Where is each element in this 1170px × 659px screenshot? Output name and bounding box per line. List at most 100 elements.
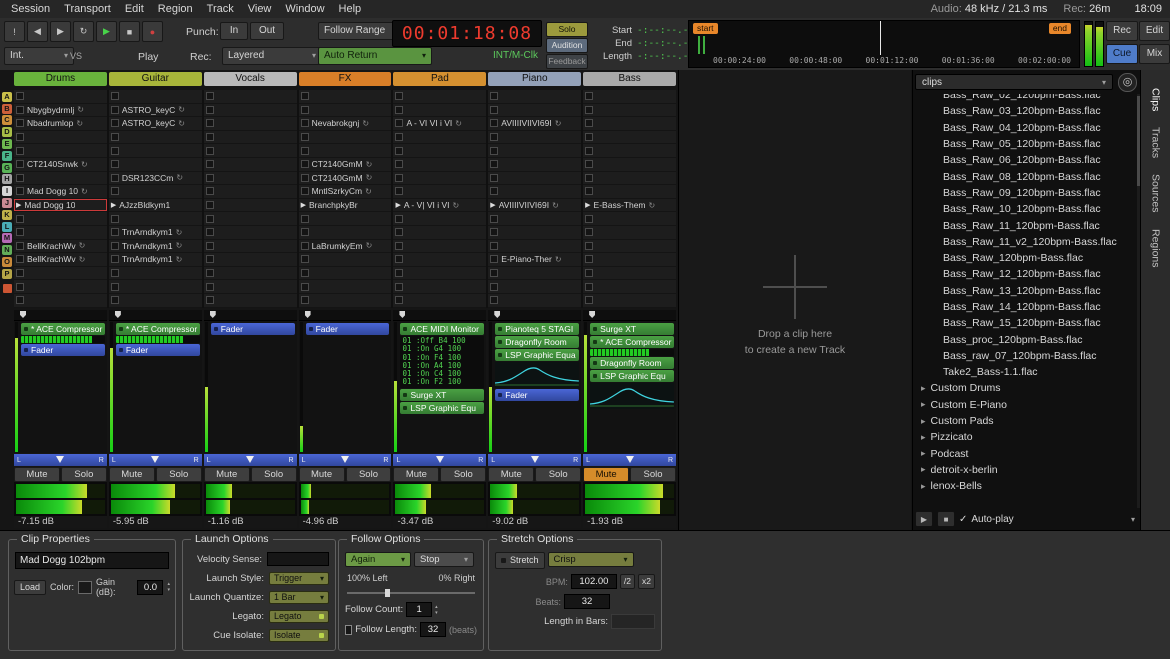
- scene-button-o[interactable]: O: [2, 257, 12, 267]
- plugin-dragonfly-room[interactable]: Dragonfly Room: [495, 336, 579, 348]
- clip-slot[interactable]: [488, 144, 581, 158]
- clip-slot[interactable]: [14, 212, 107, 226]
- punch-out-button[interactable]: Out: [250, 22, 284, 40]
- scene-button-j[interactable]: J: [2, 198, 12, 208]
- clip-slot[interactable]: [14, 294, 107, 308]
- new-track-drop-zone[interactable]: Drop a clip here to create a new Track: [678, 70, 911, 530]
- follow-balance-slider[interactable]: [347, 589, 475, 597]
- follow-count-spinner[interactable]: 1: [406, 602, 432, 617]
- folder-item[interactable]: ▸Custom Drums: [913, 380, 1135, 396]
- clip-slot[interactable]: [299, 104, 392, 118]
- clip-slot[interactable]: [393, 90, 486, 104]
- goto-start-icon[interactable]: ◀: [27, 21, 48, 42]
- clip-slot[interactable]: [14, 131, 107, 145]
- pan-slider[interactable]: LR: [204, 454, 297, 466]
- midi-panic-icon[interactable]: !: [4, 21, 25, 42]
- clip-slot[interactable]: [204, 104, 297, 118]
- menu-track[interactable]: Track: [200, 3, 241, 15]
- clip-slot[interactable]: [488, 90, 581, 104]
- auto-play-checkbox[interactable]: ✓: [959, 514, 967, 525]
- cue-page-button[interactable]: Cue: [1106, 44, 1138, 64]
- follow-action-dropdown[interactable]: Again ▾: [345, 552, 411, 567]
- clip-slot[interactable]: [109, 280, 202, 294]
- clip-slot[interactable]: [204, 294, 297, 308]
- clip-slot[interactable]: [393, 267, 486, 281]
- mute-button[interactable]: Mute: [393, 467, 439, 482]
- file-item[interactable]: Bass_Raw_13_120bpm-Bass.flac: [913, 283, 1135, 299]
- clip-slot[interactable]: [488, 280, 581, 294]
- cue-isolate-control[interactable]: Isolate: [269, 629, 329, 642]
- clip-slot[interactable]: TrnArndkym1↻: [109, 253, 202, 267]
- clip-slot[interactable]: TrnArndkym1↻: [109, 240, 202, 254]
- folder-item[interactable]: ▸Custom E-Piano: [913, 397, 1135, 413]
- clip-slot[interactable]: [204, 240, 297, 254]
- fader-processor[interactable]: Fader: [211, 323, 295, 335]
- clip-slot[interactable]: A - VI VI i VI↻: [393, 117, 486, 131]
- clip-slot[interactable]: [299, 294, 392, 308]
- clip-slot[interactable]: ▶AJzzBldkym1: [109, 199, 202, 213]
- track-header-pad[interactable]: Pad: [393, 72, 486, 86]
- punch-in-button[interactable]: In: [220, 22, 248, 40]
- scene-button-i[interactable]: I: [2, 186, 12, 196]
- file-item[interactable]: Bass_Raw_120bpm-Bass.flac: [913, 250, 1135, 266]
- clip-slot[interactable]: [583, 185, 676, 199]
- file-item[interactable]: Bass_Raw_03_120bpm-Bass.flac: [913, 103, 1135, 119]
- file-item[interactable]: Bass_Raw_09_120bpm-Bass.flac: [913, 185, 1135, 201]
- target-button[interactable]: ◎: [1118, 73, 1137, 92]
- clip-slot[interactable]: [393, 144, 486, 158]
- bpm-spinner[interactable]: 102.00: [571, 574, 617, 589]
- pan-slider[interactable]: LR: [393, 454, 486, 466]
- preview-play-button[interactable]: ▶: [915, 511, 933, 527]
- track-header-vocals[interactable]: Vocals: [204, 72, 297, 86]
- file-item[interactable]: Bass_Raw_10_120bpm-Bass.flac: [913, 201, 1135, 217]
- file-item[interactable]: Bass_Raw_08_120bpm-Bass.flac: [913, 168, 1135, 184]
- scene-button-m[interactable]: M: [2, 233, 12, 243]
- half-tempo-button[interactable]: /2: [620, 574, 635, 589]
- file-item[interactable]: Bass_Raw_11_120bpm-Bass.flac: [913, 217, 1135, 233]
- track-header-fx[interactable]: FX: [299, 72, 392, 86]
- clip-slot[interactable]: [488, 294, 581, 308]
- mute-button[interactable]: Mute: [583, 467, 629, 482]
- clip-slot[interactable]: [488, 267, 581, 281]
- file-item[interactable]: Bass_Raw_02_120bpm-Bass.flac: [913, 94, 1135, 103]
- color-swatch[interactable]: [78, 581, 92, 594]
- beats-spinner[interactable]: 32: [564, 594, 610, 609]
- clip-slot[interactable]: [583, 240, 676, 254]
- solo-button[interactable]: Solo: [535, 467, 581, 482]
- clip-slot[interactable]: Nbygbydrmlj↻: [14, 104, 107, 118]
- feedback-indicator[interactable]: Feedback: [546, 54, 588, 69]
- menu-edit[interactable]: Edit: [118, 3, 151, 15]
- clip-slot[interactable]: [583, 253, 676, 267]
- plugin-lsp-graphic-equ[interactable]: LSP Graphic Equ: [590, 370, 674, 382]
- folder-item[interactable]: ▸Pizzicato: [913, 429, 1135, 445]
- clip-slot[interactable]: ASTRO_keyC↻: [109, 104, 202, 118]
- plugin-lsp-graphic-equ[interactable]: LSP Graphic Equ: [400, 402, 484, 414]
- scene-button-f[interactable]: F: [2, 151, 12, 161]
- scene-button-p[interactable]: P: [2, 269, 12, 279]
- scene-button-n[interactable]: N: [2, 245, 12, 255]
- clip-slot[interactable]: [204, 280, 297, 294]
- clip-slot[interactable]: [583, 294, 676, 308]
- solo-button[interactable]: Solo: [630, 467, 676, 482]
- mute-button[interactable]: Mute: [204, 467, 250, 482]
- mini-timeline[interactable]: start end 00:00:24:0000:00:48:0000:01:12…: [688, 20, 1080, 68]
- clip-slot[interactable]: [204, 172, 297, 186]
- clip-slot[interactable]: ▶BranchpkyBr: [299, 199, 392, 213]
- record-mode-dropdown[interactable]: Layered ▾: [222, 47, 322, 65]
- solo-indicator[interactable]: Solo: [546, 22, 588, 37]
- clip-slot[interactable]: [583, 212, 676, 226]
- clip-slot[interactable]: [14, 226, 107, 240]
- clip-slot[interactable]: [583, 280, 676, 294]
- clip-slot[interactable]: [299, 226, 392, 240]
- transport-clock[interactable]: 00:01:18:08: [392, 20, 542, 47]
- pan-slider[interactable]: LR: [14, 454, 107, 466]
- file-item[interactable]: Bass_Raw_04_120bpm-Bass.flac: [913, 120, 1135, 136]
- clip-slot[interactable]: [204, 131, 297, 145]
- mix-page-button[interactable]: Mix: [1139, 44, 1170, 64]
- clip-slot[interactable]: CT2140GmM↻: [299, 158, 392, 172]
- sync-source-dropdown[interactable]: Int. ▾: [4, 47, 74, 65]
- plugin-dragonfly-room[interactable]: Dragonfly Room: [590, 357, 674, 369]
- pan-slider[interactable]: LR: [109, 454, 202, 466]
- clip-slot[interactable]: ▶A - V| VI i VI↻: [393, 199, 486, 213]
- clip-slot[interactable]: [204, 199, 297, 213]
